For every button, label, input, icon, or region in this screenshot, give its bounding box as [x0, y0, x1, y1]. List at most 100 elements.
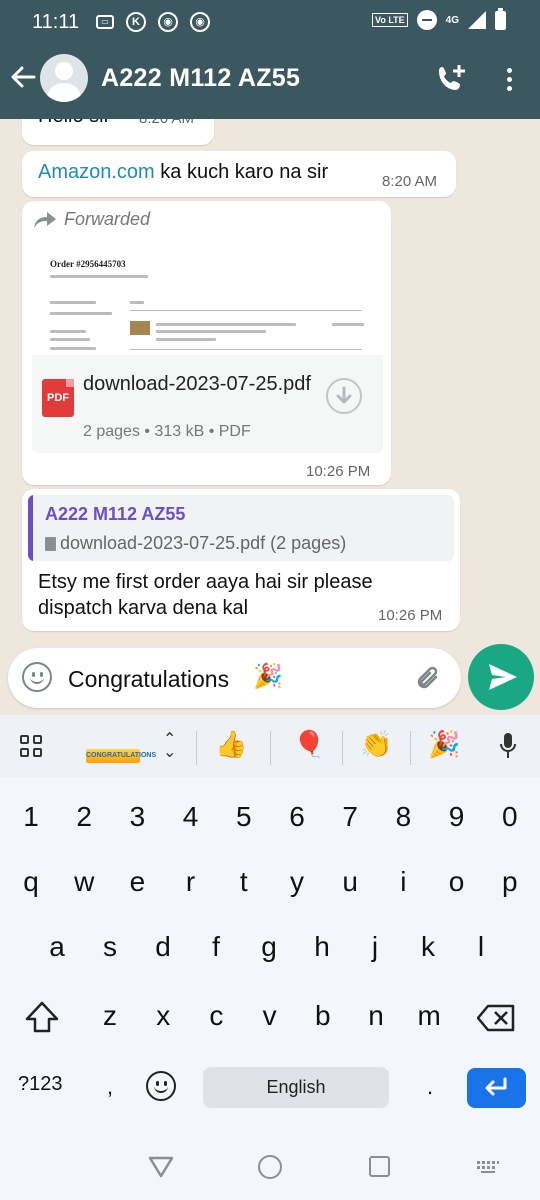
message-input[interactable] — [68, 662, 398, 696]
file-name: download-2023-07-25.pdf — [83, 373, 311, 395]
letter-key-n[interactable]: n — [354, 1000, 398, 1032]
letter-key-m[interactable]: m — [407, 1000, 451, 1032]
backspace-key[interactable] — [476, 1004, 515, 1037]
message-time: 8:20 AM — [382, 173, 438, 190]
status-bar: 11:11 ▭ K ◉ ◉ Vo LTE 4G — [0, 0, 540, 44]
number-key-0[interactable]: 0 — [488, 801, 532, 833]
number-key-5[interactable]: 5 — [222, 801, 266, 833]
forwarded-text: Forwarded — [64, 209, 151, 229]
number-key-3[interactable]: 3 — [115, 801, 159, 833]
letter-key-v[interactable]: v — [248, 1000, 292, 1032]
space-key[interactable]: English — [203, 1067, 389, 1108]
number-key-1[interactable]: 1 — [9, 801, 53, 833]
letter-key-r[interactable]: r — [169, 866, 213, 898]
letter-key-o[interactable]: o — [435, 866, 479, 898]
more-options-icon[interactable] — [497, 64, 521, 96]
letter-key-f[interactable]: f — [194, 931, 238, 963]
letter-key-h[interactable]: h — [300, 931, 344, 963]
avatar[interactable] — [40, 54, 88, 102]
message-notification-icon: ▭ — [96, 15, 114, 29]
send-button[interactable] — [468, 644, 534, 710]
message-bubble[interactable]: Amazon.com ka kuch karo na sir 8:20 AM — [22, 151, 456, 197]
message-text: Hello sir — [38, 119, 110, 128]
comma-key[interactable]: , — [88, 1074, 132, 1100]
chrome-notification-icon-2: ◉ — [190, 12, 210, 32]
recents-nav-icon[interactable] — [369, 1156, 390, 1177]
letter-key-i[interactable]: i — [381, 866, 425, 898]
pdf-file-icon: PDF — [42, 379, 74, 417]
letter-key-x[interactable]: x — [141, 1000, 185, 1032]
number-key-8[interactable]: 8 — [381, 801, 425, 833]
party-emoji: 🎉 — [253, 663, 283, 690]
suggestion-bar: CONGRATULATIONS ⌃ ⌄ 👍 🎈 👏 🎉 — [0, 715, 540, 777]
number-key-7[interactable]: 7 — [328, 801, 372, 833]
letter-key-w[interactable]: w — [62, 866, 106, 898]
attachment-icon[interactable] — [414, 664, 444, 694]
network-type: 4G — [445, 14, 459, 26]
message-composer: 🎉 — [8, 648, 461, 708]
symbols-key[interactable]: ?123 — [18, 1073, 63, 1096]
message-text: Etsy me first order aaya hai sir please … — [38, 571, 373, 619]
emoji-key[interactable] — [146, 1071, 176, 1101]
microphone-icon[interactable] — [500, 732, 516, 760]
keyboard-hide-icon[interactable] — [476, 1160, 500, 1179]
message-time: 10:26 PM — [306, 463, 371, 480]
letter-key-p[interactable]: p — [488, 866, 532, 898]
letter-key-u[interactable]: u — [328, 866, 372, 898]
message-text: Amazon.com ka kuch karo na sir — [38, 161, 328, 184]
letter-key-s[interactable]: s — [88, 931, 132, 963]
home-nav-icon[interactable] — [258, 1155, 282, 1179]
forwarded-label: Forwarded — [34, 209, 150, 230]
back-arrow-icon[interactable] — [8, 62, 40, 94]
document-preview[interactable]: Order #2956445703 — [32, 237, 383, 361]
letter-key-g[interactable]: g — [247, 931, 291, 963]
number-key-6[interactable]: 6 — [275, 801, 319, 833]
forwarded-document-bubble[interactable]: Forwarded Order #2956445703 PDF download… — [22, 201, 391, 485]
k-app-notification-icon: K — [126, 12, 146, 32]
download-icon[interactable] — [326, 378, 362, 414]
suggestion-thumbs-up[interactable]: 👍 — [215, 729, 247, 760]
letter-key-d[interactable]: d — [141, 931, 185, 963]
suggestion-party[interactable]: 🎉 — [428, 729, 460, 760]
amazon-link[interactable]: Amazon.com — [38, 161, 155, 183]
reply-message-bubble[interactable]: A222 M112 AZ55 download-2023-07-25.pdf (… — [22, 489, 460, 631]
letter-key-e[interactable]: e — [115, 866, 159, 898]
back-nav-icon[interactable] — [148, 1156, 174, 1183]
letter-key-t[interactable]: t — [222, 866, 266, 898]
letter-key-k[interactable]: k — [406, 931, 450, 963]
number-key-9[interactable]: 9 — [435, 801, 479, 833]
period-key[interactable]: . — [408, 1074, 452, 1100]
suggestion-balloon[interactable]: 🎈 — [293, 729, 325, 760]
letter-key-j[interactable]: j — [353, 931, 397, 963]
letter-key-l[interactable]: l — [459, 931, 503, 963]
chat-header: A222 M112 AZ55 — [0, 44, 540, 119]
congratulations-sticker[interactable]: CONGRATULATIONS — [86, 749, 156, 763]
document-icon — [45, 536, 56, 551]
letter-key-c[interactable]: c — [194, 1000, 238, 1032]
preview-order-number: Order #2956445703 — [50, 259, 126, 269]
shift-key[interactable] — [24, 1000, 60, 1039]
quoted-message[interactable]: A222 M112 AZ55 download-2023-07-25.pdf (… — [28, 495, 454, 561]
add-call-icon[interactable] — [434, 62, 468, 96]
message-bubble[interactable]: Hello sir 8:20 AM — [22, 119, 214, 145]
letter-key-q[interactable]: q — [9, 866, 53, 898]
contact-name[interactable]: A222 M112 AZ55 — [101, 64, 300, 93]
apps-grid-icon[interactable] — [20, 735, 44, 759]
enter-key[interactable] — [467, 1068, 526, 1108]
status-time: 11:11 — [32, 11, 80, 33]
do-not-disturb-icon — [416, 10, 437, 30]
message-time: 8:20 AM — [139, 119, 194, 127]
letter-key-y[interactable]: y — [275, 866, 319, 898]
letter-key-a[interactable]: a — [35, 931, 79, 963]
chrome-notification-icon: ◉ — [158, 12, 178, 32]
letter-key-b[interactable]: b — [301, 1000, 345, 1032]
expand-collapse-icon[interactable]: ⌃ ⌄ — [163, 732, 176, 761]
emoji-icon[interactable] — [22, 662, 52, 692]
number-key-4[interactable]: 4 — [169, 801, 213, 833]
letter-key-z[interactable]: z — [88, 1000, 132, 1032]
chat-area[interactable]: Hello sir 8:20 AM Amazon.com ka kuch kar… — [0, 119, 540, 715]
send-icon — [489, 664, 517, 690]
number-key-2[interactable]: 2 — [62, 801, 106, 833]
suggestion-clapping[interactable]: 👏 — [360, 729, 392, 760]
pdf-attachment[interactable]: PDF download-2023-07-25.pdf 2 pages • 31… — [32, 355, 383, 453]
